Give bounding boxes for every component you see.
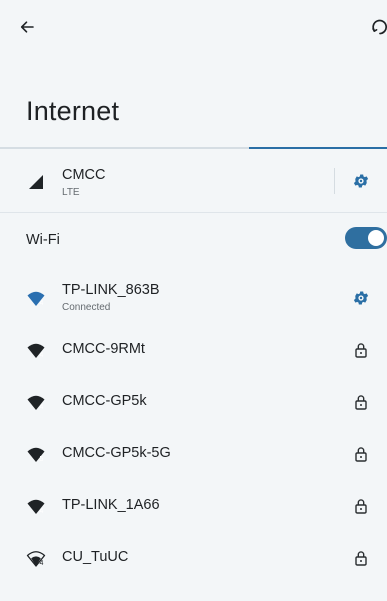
mobile-network-text: CMCC LTE — [62, 167, 106, 199]
loading-indicator-fill — [249, 147, 387, 149]
wifi-network-text: CMCC-GP5k — [62, 393, 147, 410]
lock-icon — [353, 550, 369, 566]
wifi-network-row[interactable]: 5 CMCC-GP5k-5G — [0, 429, 387, 479]
page-title: Internet — [26, 96, 120, 126]
wifi-signal-icon: 4 — [26, 392, 46, 412]
wifi-network-name: CMCC-GP5k-5G — [62, 445, 171, 461]
svg-text:4: 4 — [40, 404, 44, 411]
wifi-network-settings-button[interactable] — [351, 288, 371, 308]
top-app-bar — [0, 0, 387, 56]
wifi-network-text: CMCC-9RMt — [62, 341, 145, 358]
svg-text:4: 4 — [40, 352, 44, 359]
svg-text:5: 5 — [40, 456, 44, 463]
help-button[interactable] — [367, 14, 387, 40]
wifi-label: Wi-Fi — [26, 232, 60, 248]
wifi-signal-icon: 4 — [26, 288, 46, 308]
mobile-network-type: LTE — [62, 187, 80, 198]
wifi-network-name: CMCC-GP5k — [62, 393, 147, 409]
lock-icon — [353, 342, 369, 358]
gear-icon — [352, 289, 370, 307]
wifi-signal-weak-icon: 4 — [26, 548, 46, 568]
wifi-network-text: TP-LINK_1A66 — [62, 497, 160, 514]
mobile-network-name: CMCC — [62, 167, 106, 183]
svg-text:4: 4 — [40, 300, 44, 307]
lock-icon — [353, 498, 369, 514]
wifi-network-name: TP-LINK_1A66 — [62, 497, 160, 513]
divider — [334, 168, 335, 194]
wifi-signal-icon: 4 — [26, 340, 46, 360]
mobile-network-settings-button[interactable] — [351, 171, 371, 191]
wifi-signal-icon: 5 — [26, 444, 46, 464]
gear-icon — [352, 172, 370, 190]
wifi-signal-icon: 4 — [26, 496, 46, 516]
wifi-network-name: CU_TuUC — [62, 549, 129, 565]
cellular-signal-icon — [26, 172, 46, 192]
wifi-network-text: CMCC-GP5k-5G — [62, 445, 171, 462]
svg-text:4: 4 — [40, 508, 44, 515]
wifi-switch-thumb — [368, 230, 384, 246]
wifi-toggle-row[interactable]: Wi-Fi — [0, 215, 387, 263]
wifi-switch[interactable] — [345, 227, 387, 249]
wifi-network-row[interactable]: 4 CU_TuUC — [0, 533, 387, 583]
svg-text:4: 4 — [40, 560, 44, 567]
lock-icon — [353, 446, 369, 462]
wifi-network-row[interactable]: 4 TP-LINK_1A66 — [0, 481, 387, 531]
help-icon — [370, 17, 387, 37]
wifi-network-row[interactable]: 4 TP-LINK_863B Connected — [0, 273, 387, 323]
wifi-network-name: TP-LINK_863B — [62, 282, 160, 298]
loading-indicator — [0, 147, 387, 149]
arrow-left-icon — [19, 19, 35, 35]
wifi-network-row[interactable]: 4 CMCC-GP5k — [0, 377, 387, 427]
wifi-network-row[interactable]: 4 CMCC-9RMt — [0, 325, 387, 375]
lock-icon — [353, 394, 369, 410]
wifi-network-status: Connected — [62, 302, 111, 313]
wifi-network-text: TP-LINK_863B Connected — [62, 282, 160, 314]
wifi-network-text: CU_TuUC — [62, 549, 128, 566]
back-button[interactable] — [14, 14, 40, 40]
wifi-network-name: CMCC-9RMt — [62, 341, 145, 357]
mobile-network-row[interactable]: CMCC LTE — [0, 150, 387, 213]
